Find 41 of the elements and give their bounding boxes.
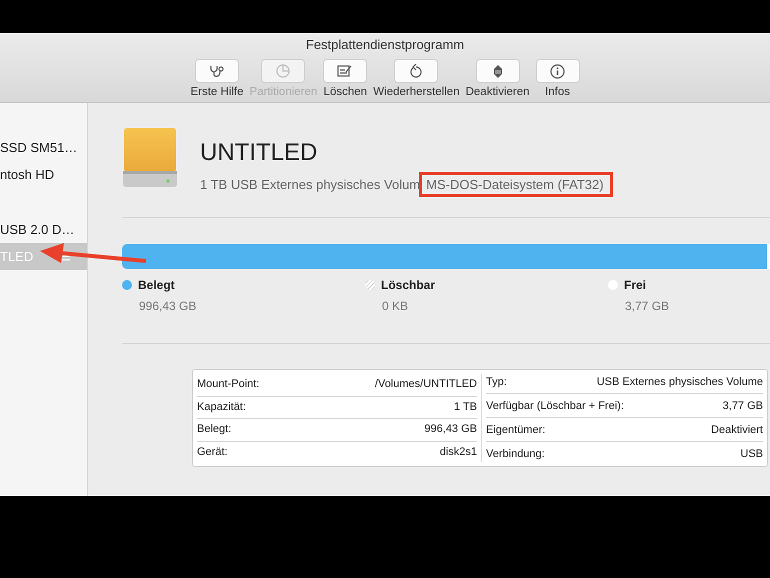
toolbar-button[interactable]: Infos xyxy=(534,59,582,98)
volume-description: 1 TB USB Externes physisches Volum xyxy=(200,177,420,192)
stethoscope-icon xyxy=(209,64,225,78)
toolbar-button[interactable]: Erste Hilfe xyxy=(188,59,246,98)
external-drive-icon xyxy=(122,127,178,189)
legend-label: Löschbar xyxy=(381,278,436,292)
erase-icon xyxy=(337,64,354,78)
info-label: Verfügbar (Löschbar + Frei): xyxy=(486,399,624,414)
highlighted-filesystem: MS-DOS-Dateisystem (FAT32) xyxy=(419,172,613,197)
info-label: Kapazität: xyxy=(197,400,246,414)
info-label: Mount-Point: xyxy=(197,377,260,392)
info-label: Verbindung: xyxy=(486,447,545,462)
legend-value: 0 KB xyxy=(382,299,410,313)
window-title: Festplattendienstprogramm xyxy=(306,37,464,52)
legend-value: 996,43 GB xyxy=(139,299,198,313)
info-value: disk2s1 xyxy=(440,444,477,460)
sidebar-item[interactable]: USB 2.0 D… xyxy=(0,216,87,243)
info-label: Belegt: xyxy=(197,422,232,437)
toolbar-button[interactable]: Löschen xyxy=(321,59,370,98)
info-value: 996,43 GB xyxy=(424,422,477,437)
legend-label: Belegt xyxy=(138,278,175,292)
legend-value: 3,77 GB xyxy=(625,299,670,313)
unmount-icon xyxy=(492,64,503,78)
info-label: Eigentümer: xyxy=(486,423,546,438)
sidebar-item[interactable]: SSD SM51… xyxy=(0,134,87,161)
toolbar-button[interactable]: Wiederherstellen xyxy=(371,59,462,98)
sidebar-item[interactable]: ntosh HD xyxy=(0,161,87,188)
info-value: /Volumes/UNTITLED xyxy=(374,377,477,392)
info-value: USB xyxy=(740,447,763,462)
volume-name: UNTITLED xyxy=(200,139,318,167)
info-value: USB Externes physisches Volume xyxy=(596,375,763,390)
toolbar-button[interactable]: Deaktivieren xyxy=(464,59,532,98)
pie-icon xyxy=(276,64,290,78)
info-label: Gerät: xyxy=(197,444,228,460)
legend-label: Frei xyxy=(624,278,646,292)
restore-icon xyxy=(409,64,424,78)
info-label: Typ: xyxy=(486,375,507,390)
info-value: 1 TB xyxy=(454,400,477,414)
info-value: 3,77 GB xyxy=(722,399,763,414)
info-icon xyxy=(550,64,566,78)
info-value: Deaktiviert xyxy=(711,423,763,438)
